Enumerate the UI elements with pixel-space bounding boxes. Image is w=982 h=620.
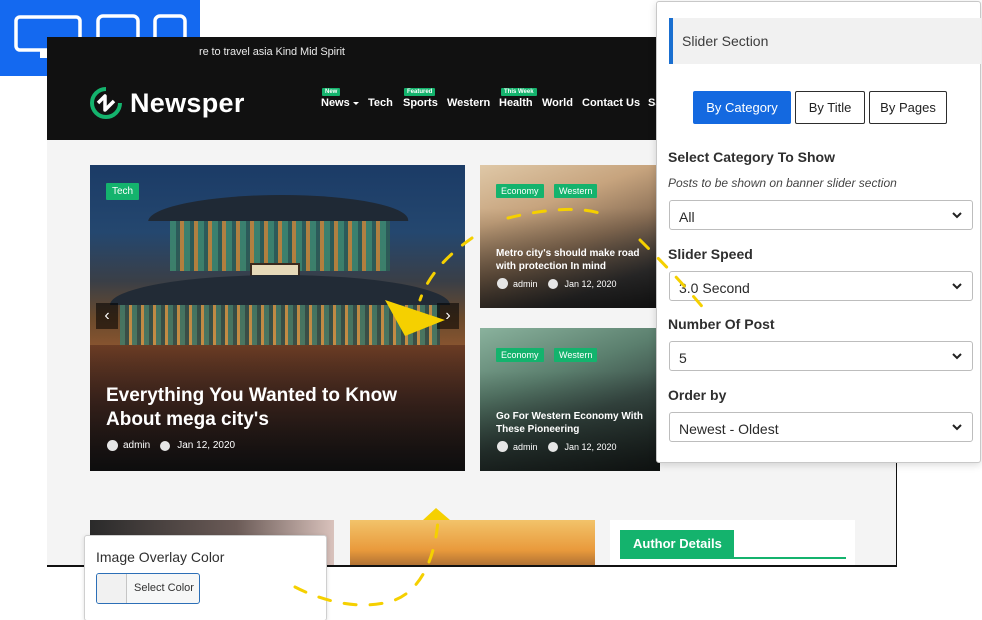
card-date: Jan 12, 2020 — [564, 278, 617, 289]
chevron-down-icon — [352, 101, 359, 105]
author-widget: Author Details — [610, 520, 855, 565]
nav-badge-new: New — [322, 88, 341, 96]
news-card[interactable]: Economy Western Metro city's should make… — [480, 165, 660, 308]
hero-image-roof-lower — [110, 275, 450, 305]
chevron-down-icon — [952, 424, 962, 431]
nav-item-sports[interactable]: Sports — [403, 97, 438, 109]
clock-icon — [547, 278, 558, 289]
card-meta: admin Jan 12, 2020 — [497, 278, 617, 289]
panel-header[interactable]: Slider Section — [669, 18, 981, 64]
number-of-post-label: Number Of Post — [668, 316, 775, 332]
logo-text: Newsper — [130, 88, 245, 118]
category-select[interactable]: All — [669, 200, 973, 230]
nav-item-contact-us[interactable]: Contact Us — [582, 97, 640, 109]
card-title[interactable]: Go For Western Economy With These Pionee… — [496, 410, 646, 436]
chevron-down-icon — [952, 353, 962, 360]
news-card[interactable]: Economy Western Go For Western Economy W… — [480, 328, 660, 471]
panel-title: Slider Section — [682, 33, 769, 49]
card-title[interactable]: Metro city's should make road with prote… — [496, 247, 646, 273]
card-tag-western[interactable]: Western — [554, 184, 598, 198]
category-help: Posts to be shown on banner slider secti… — [668, 176, 897, 190]
hero-title[interactable]: Everything You Wanted to Know About mega… — [106, 384, 451, 432]
hero-meta: admin Jan 12, 2020 — [107, 440, 235, 451]
nav-item-tech[interactable]: Tech — [368, 97, 393, 109]
number-of-post-value: 5 — [679, 350, 687, 366]
select-color-label: Select Color — [134, 582, 194, 594]
card-date: Jan 12, 2020 — [564, 441, 617, 452]
hero-image-beam-lower — [120, 305, 440, 345]
hero-image-roof — [148, 195, 412, 221]
image-overlay-color-widget: Image Overlay Color Select Color — [84, 535, 327, 620]
card-author[interactable]: admin — [513, 279, 538, 289]
nav-badge-this-week: This Week — [501, 88, 537, 96]
slider-prev-button[interactable]: ‹ — [96, 303, 118, 329]
author-avatar-icon — [497, 278, 508, 289]
hero-author[interactable]: admin — [123, 440, 150, 451]
card-tag-economy[interactable]: Economy — [496, 348, 544, 362]
nav-item-western[interactable]: Western — [447, 97, 490, 109]
bottom-post-image[interactable] — [350, 520, 595, 565]
author-details-title: Author Details — [620, 530, 734, 558]
color-swatch[interactable] — [97, 574, 127, 603]
nav-item-news[interactable]: News — [321, 97, 359, 109]
hero-slide[interactable]: Tech ‹ › Everything You Wanted to Know A… — [90, 165, 465, 471]
author-avatar-icon — [107, 440, 118, 451]
nav-badge-featured: Featured — [404, 88, 436, 96]
slider-section-panel: Slider Section By Category By Title By P… — [656, 1, 981, 463]
card-tag-western[interactable]: Western — [554, 348, 598, 362]
logo-icon — [90, 87, 122, 119]
nav-item-health[interactable]: Health — [499, 97, 533, 109]
chevron-down-icon — [952, 212, 962, 219]
overlay-color-label: Image Overlay Color — [96, 549, 225, 565]
hero-date: Jan 12, 2020 — [177, 440, 236, 451]
clock-icon — [547, 441, 558, 452]
order-by-select[interactable]: Newest - Oldest — [669, 412, 973, 442]
author-divider — [620, 557, 846, 559]
nav-item-world[interactable]: World — [542, 97, 573, 109]
by-title-button[interactable]: By Title — [795, 91, 865, 124]
card-meta: admin Jan 12, 2020 — [497, 441, 617, 452]
category-label: Select Category To Show — [668, 149, 835, 165]
by-pages-button[interactable]: By Pages — [869, 91, 947, 124]
number-of-post-select[interactable]: 5 — [669, 341, 973, 371]
slider-speed-value: 3.0 Second — [679, 280, 750, 296]
category-select-value: All — [679, 209, 695, 225]
chevron-down-icon — [952, 283, 962, 290]
select-color-button[interactable]: Select Color — [96, 573, 200, 604]
slider-speed-label: Slider Speed — [668, 246, 753, 262]
by-category-button[interactable]: By Category — [693, 91, 791, 124]
card-tag-economy[interactable]: Economy — [496, 184, 544, 198]
slider-speed-select[interactable]: 3.0 Second — [669, 271, 973, 301]
slider-next-button[interactable]: › — [437, 303, 459, 329]
topbar-ticker: re to travel asia Kind Mid Spirit — [199, 46, 345, 58]
order-by-value: Newest - Oldest — [679, 421, 779, 437]
author-avatar-icon — [497, 441, 508, 452]
clock-icon — [160, 440, 171, 451]
card-author[interactable]: admin — [513, 442, 538, 452]
order-by-label: Order by — [668, 387, 727, 403]
hero-tag[interactable]: Tech — [106, 183, 140, 200]
